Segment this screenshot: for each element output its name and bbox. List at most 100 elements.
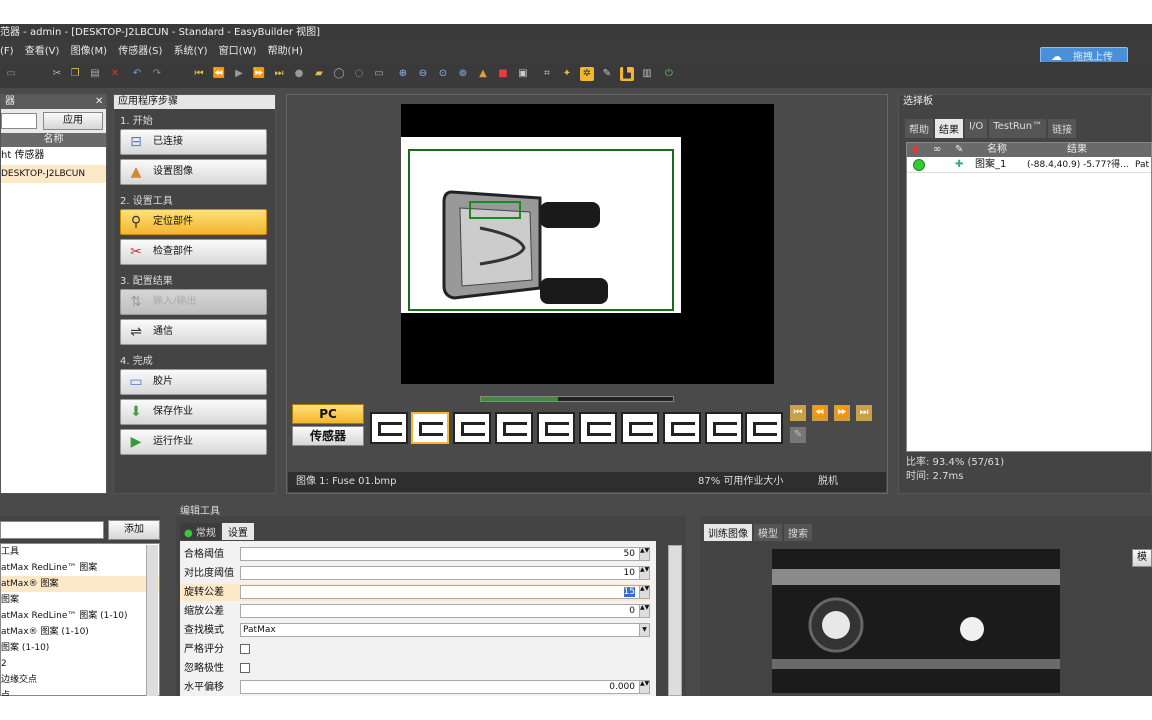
record-icon[interactable]: ● (292, 67, 306, 81)
communication-button[interactable]: ⇌ 通信 (120, 319, 267, 345)
fit-icon[interactable]: ⌗ (540, 67, 554, 81)
apply-button[interactable]: 应用 (43, 112, 103, 130)
paste-icon[interactable]: ▤ (88, 67, 102, 81)
zoom-fit-icon[interactable]: ⊙ (436, 67, 450, 81)
stop-icon[interactable]: ■ (496, 67, 510, 81)
list-item[interactable]: atMax® 图案 (1-10) (1, 624, 159, 640)
tool-icon[interactable]: ✎ (600, 67, 614, 81)
contrast-threshold-field[interactable]: 10 ▲▼ (240, 566, 650, 580)
filmstrip-prev-icon[interactable]: ⏪ (812, 405, 828, 421)
tab-testrun[interactable]: TestRun™ (989, 119, 1047, 138)
inspect-part-button[interactable]: ✂ 检查部件 (120, 239, 267, 265)
list-item[interactable]: 边缘交点 (1, 672, 159, 688)
column-result[interactable]: 结果 (1067, 143, 1087, 157)
filmstrip-thumb[interactable] (621, 412, 659, 444)
set-image-button[interactable]: ▲ 设置图像 (120, 159, 267, 185)
first-icon[interactable]: ⏮ (192, 67, 206, 81)
train-side-button[interactable]: 模 (1132, 549, 1152, 567)
print-icon[interactable]: ▭ (4, 67, 18, 81)
tab-train-image[interactable]: 训练图像 (704, 524, 752, 541)
undo-icon[interactable]: ↶ (130, 67, 144, 81)
filmstrip-thumb[interactable] (705, 412, 743, 444)
column-name[interactable]: 名称 (987, 143, 1007, 157)
tab-model[interactable]: 模型 (754, 524, 782, 541)
redo-icon[interactable]: ↷ (150, 67, 164, 81)
list-item[interactable]: 图案 (1, 592, 159, 608)
menu-sensor[interactable]: 传感器(S) (118, 46, 162, 57)
spinner-icon[interactable]: ▲▼ (639, 567, 649, 579)
results-row[interactable]: ✚ 图案_1 (-88.4,40.9) -5.77?得... Pat (907, 157, 1151, 173)
spinner-icon[interactable]: ▲▼ (639, 681, 649, 693)
filmstrip-thumb[interactable] (453, 412, 491, 444)
zoom-reset-icon[interactable]: ⊚ (456, 67, 470, 81)
list-item[interactable]: 图案 (1-10) (1, 640, 159, 656)
prev-icon[interactable]: ⏪ (212, 67, 226, 81)
zoom-in-icon[interactable]: ⊕ (396, 67, 410, 81)
cut-icon[interactable]: ✂ (50, 67, 64, 81)
filmstrip-thumb[interactable] (537, 412, 575, 444)
locate-part-button[interactable]: ⚲ 定位部件 (120, 209, 267, 235)
list-item[interactable]: atMax RedLine™ 图案 (1, 560, 159, 576)
chevron-down-icon[interactable]: ▼ (639, 624, 649, 636)
settings-icon[interactable]: ✲ (580, 67, 594, 81)
power-icon[interactable]: ⏻ (662, 67, 676, 81)
filmstrip-settings-icon[interactable]: ✎ (790, 427, 806, 443)
column-header-name[interactable]: 名称 (1, 133, 106, 147)
list-item[interactable]: ht 传感器 (1, 147, 106, 165)
connected-button[interactable]: ⊟ 已连接 (120, 129, 267, 155)
list-item-selected[interactable]: atMax® 图案 (1, 576, 159, 592)
menu-file[interactable]: (F) (0, 46, 14, 57)
menu-help[interactable]: 帮助(H) (268, 46, 303, 57)
spinner-icon[interactable]: ▲▼ (639, 548, 649, 560)
trigger-icon[interactable]: ◌ (352, 67, 366, 81)
list-item[interactable]: 工具 (1, 544, 159, 560)
spinner-icon[interactable]: ▲▼ (639, 605, 649, 617)
filmstrip-thumb[interactable] (745, 412, 783, 444)
camera-icon[interactable]: ▭ (372, 67, 386, 81)
horizontal-offset-field[interactable]: 0.000 ▲▼ (240, 680, 650, 694)
folder-icon[interactable]: ▰ (312, 67, 326, 81)
filmstrip-first-icon[interactable]: ⏮ (790, 405, 806, 421)
grid-icon[interactable]: ▥ (640, 67, 654, 81)
tab-search[interactable]: 搜索 (784, 524, 812, 541)
filmstrip-thumb[interactable] (495, 412, 533, 444)
zoom-out-icon[interactable]: ⊖ (416, 67, 430, 81)
filter-input[interactable] (1, 113, 37, 129)
save-job-button[interactable]: ⬇ 保存作业 (120, 399, 267, 425)
io-button[interactable]: ⇅ 输入/输出 (120, 289, 267, 315)
list-item[interactable]: atMax RedLine™ 图案 (1-10) (1, 608, 159, 624)
filmstrip-next-icon[interactable]: ⏩ (834, 405, 850, 421)
next-icon[interactable]: ⏩ (252, 67, 266, 81)
display-icon[interactable]: ▣ (516, 67, 530, 81)
live-icon[interactable]: ◯ (332, 67, 346, 81)
run-job-button[interactable]: ▶ 运行作业 (120, 429, 267, 455)
tool-search-input[interactable] (0, 521, 104, 539)
last-icon[interactable]: ⏭ (272, 67, 286, 81)
tab-help[interactable]: 帮助 (905, 119, 933, 138)
tab-results[interactable]: 结果 (935, 119, 963, 138)
layout-icon[interactable]: ▙ (620, 67, 634, 81)
filmstrip-thumb[interactable] (411, 412, 449, 444)
filmstrip-thumb[interactable] (370, 412, 408, 444)
play-icon[interactable]: ▶ (232, 67, 246, 81)
menu-window[interactable]: 窗口(W) (219, 46, 257, 57)
graphics-icon[interactable]: ✦ (560, 67, 574, 81)
params-scrollbar[interactable] (668, 545, 682, 696)
filmstrip-last-icon[interactable]: ⏭ (856, 405, 872, 421)
add-tool-button[interactable]: 添加 (108, 520, 160, 540)
image-icon[interactable]: ▲ (476, 67, 490, 81)
strict-score-checkbox[interactable] (240, 644, 250, 654)
filmstrip-button[interactable]: ▭ 胶片 (120, 369, 267, 395)
filmstrip-thumb[interactable] (663, 412, 701, 444)
tab-general[interactable]: ● 常规 (180, 523, 220, 540)
spinner-icon[interactable]: ▲▼ (639, 586, 649, 598)
ignore-polarity-checkbox[interactable] (240, 663, 250, 673)
menu-system[interactable]: 系统(Y) (174, 46, 208, 57)
list-item-selected[interactable]: DESKTOP-J2LBCUN (1, 165, 106, 183)
copy-icon[interactable]: ❐ (68, 67, 82, 81)
tab-links[interactable]: 链接 (1048, 119, 1077, 138)
list-item[interactable]: 2 (1, 656, 159, 672)
filmstrip-thumb[interactable] (579, 412, 617, 444)
tool-list-scrollbar[interactable] (146, 545, 158, 696)
accept-threshold-field[interactable]: 50 ▲▼ (240, 547, 650, 561)
